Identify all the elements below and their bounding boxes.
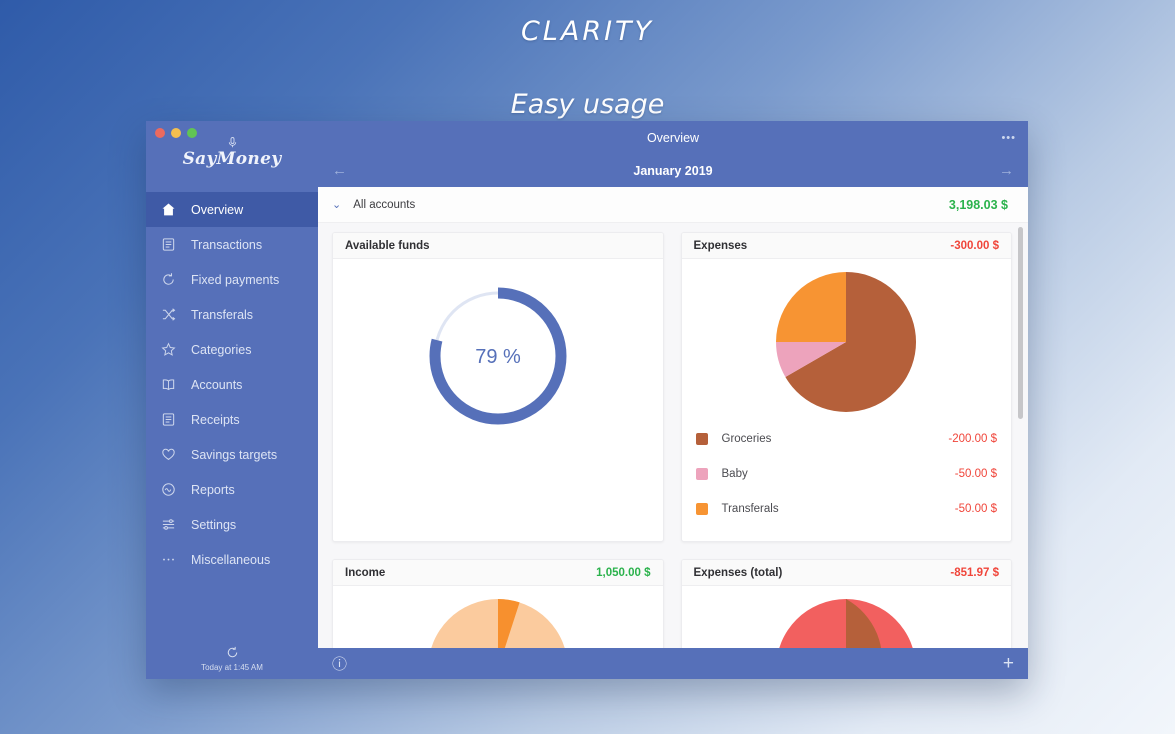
card-body: Groceries -200.00 $ Baby -50.00 $ Transf…	[682, 259, 1012, 541]
scrollbar-thumb[interactable]	[1018, 227, 1023, 419]
legend-value: -50.00 $	[954, 502, 997, 515]
sidebar-item-reports[interactable]: Reports	[146, 472, 318, 507]
promo-header: CLARITY Easy usage	[0, 0, 1175, 120]
sync-status-text: Today at 1:45 AM	[201, 663, 263, 672]
sidebar-item-label: Savings targets	[191, 447, 278, 462]
window-traffic-lights	[146, 121, 318, 138]
period-selector: ← January 2019 →	[318, 154, 1028, 187]
card-amount: -851.97 $	[950, 566, 999, 579]
receipt-icon	[160, 411, 177, 428]
sidebar-item-fixed-payments[interactable]: Fixed payments	[146, 262, 318, 297]
main-panel: Overview ••• ← January 2019 → ⌄ All acco…	[318, 121, 1028, 679]
sidebar-item-savings-targets[interactable]: Savings targets	[146, 437, 318, 472]
legend-label: Baby	[721, 467, 748, 480]
list-icon	[160, 236, 177, 253]
app-window: SayMoney Overview Transactions Fixed pay…	[146, 121, 1028, 679]
legend-value: -200.00 $	[948, 432, 997, 445]
microphone-icon	[228, 137, 237, 150]
expenses-legend: Groceries -200.00 $ Baby -50.00 $ Transf…	[682, 415, 1012, 536]
sidebar-item-accounts[interactable]: Accounts	[146, 367, 318, 402]
promo-subtitle: Easy usage	[510, 89, 665, 120]
sidebar-item-transactions[interactable]: Transactions	[146, 227, 318, 262]
app-logo-text: SayMoney	[182, 149, 282, 169]
sidebar-item-receipts[interactable]: Receipts	[146, 402, 318, 437]
sidebar-item-label: Transferals	[191, 307, 254, 322]
sidebar: SayMoney Overview Transactions Fixed pay…	[146, 121, 318, 679]
card-amount: -300.00 $	[950, 239, 999, 252]
shuffle-icon	[160, 306, 177, 323]
legend-value: -50.00 $	[954, 467, 997, 480]
star-icon	[160, 341, 177, 358]
legend-label: Groceries	[721, 432, 772, 445]
card-expenses[interactable]: Expenses -300.00 $ Groceries -200.00 $ B…	[680, 232, 1012, 542]
sidebar-item-label: Overview	[191, 202, 244, 217]
legend-swatch-groceries	[695, 432, 708, 445]
card-header: Income 1,050.00 $	[333, 560, 663, 586]
legend-item[interactable]: Baby -50.00 $	[695, 456, 997, 491]
legend-swatch-transferals	[695, 502, 708, 515]
available-funds-donut: 79 %	[333, 269, 663, 431]
sidebar-item-overview[interactable]: Overview	[146, 192, 318, 227]
arrow-left-icon[interactable]: ←	[332, 162, 347, 179]
expenses-pie	[682, 269, 1012, 415]
chevron-down-icon[interactable]: ⌄	[332, 198, 341, 211]
sliders-icon	[160, 516, 177, 533]
sync-icon	[146, 646, 318, 662]
dashboard-content: Available funds 79 % Expenses -300.00 $ …	[318, 223, 1028, 679]
wave-icon	[160, 481, 177, 498]
donut-center-label: 79 %	[475, 346, 521, 368]
sidebar-item-label: Transactions	[191, 237, 263, 252]
arrow-right-icon[interactable]: →	[999, 162, 1014, 179]
sidebar-item-label: Settings	[191, 517, 237, 532]
sidebar-item-label: Categories	[191, 342, 252, 357]
card-body: 79 %	[333, 259, 663, 541]
card-amount: 1,050.00 $	[596, 566, 651, 579]
legend-item[interactable]: Transferals -50.00 $	[695, 491, 997, 526]
card-header: Expenses (total) -851.97 $	[681, 560, 1011, 586]
card-grid: Available funds 79 % Expenses -300.00 $ …	[332, 232, 1012, 679]
heart-icon	[160, 446, 177, 463]
top-bar: Overview ••• ← January 2019 →	[318, 121, 1028, 187]
sidebar-item-label: Receipts	[191, 412, 240, 427]
card-title: Available funds	[345, 239, 430, 252]
info-icon[interactable]: ⓘ	[332, 653, 347, 674]
sidebar-item-transferals[interactable]: Transferals	[146, 297, 318, 332]
top-bar-title-row: Overview •••	[318, 121, 1028, 154]
legend-item[interactable]: Groceries -200.00 $	[695, 421, 997, 456]
book-icon	[160, 376, 177, 393]
card-header: Available funds	[333, 233, 663, 259]
sidebar-item-label: Fixed payments	[191, 272, 280, 287]
plus-icon[interactable]: +	[1003, 653, 1014, 675]
legend-label: Transferals	[721, 502, 779, 515]
sidebar-item-label: Accounts	[191, 377, 243, 392]
card-title: Expenses (total)	[693, 566, 783, 579]
sidebar-item-label: Reports	[191, 482, 235, 497]
ellipsis-icon	[160, 551, 177, 568]
sidebar-item-categories[interactable]: Categories	[146, 332, 318, 367]
period-label: January 2019	[633, 163, 713, 178]
card-title: Expenses	[693, 239, 748, 252]
refresh-icon	[160, 271, 177, 288]
account-selector-row[interactable]: ⌄ All accounts 3,198.03 $	[318, 187, 1028, 223]
sidebar-sync-status[interactable]: Today at 1:45 AM	[146, 646, 318, 672]
card-title: Income	[345, 566, 386, 579]
sidebar-item-settings[interactable]: Settings	[146, 507, 318, 542]
home-icon	[160, 201, 177, 218]
bottom-bar: ⓘ +	[318, 648, 1028, 679]
account-total-amount: 3,198.03 $	[948, 197, 1008, 212]
ellipsis-icon[interactable]: •••	[1001, 132, 1016, 144]
app-logo: SayMoney	[146, 137, 318, 187]
vertical-scrollbar[interactable]	[1018, 227, 1023, 679]
card-header: Expenses -300.00 $	[681, 233, 1011, 259]
promo-title: CLARITY	[520, 16, 655, 47]
sidebar-item-miscellaneous[interactable]: Miscellaneous	[146, 542, 318, 577]
page-title: Overview	[646, 130, 700, 145]
sidebar-item-label: Miscellaneous	[191, 552, 271, 567]
account-selector-label: All accounts	[353, 198, 416, 211]
card-available-funds[interactable]: Available funds 79 %	[332, 232, 664, 542]
legend-swatch-baby	[695, 467, 708, 480]
sidebar-nav: Overview Transactions Fixed payments Tra…	[146, 192, 318, 577]
